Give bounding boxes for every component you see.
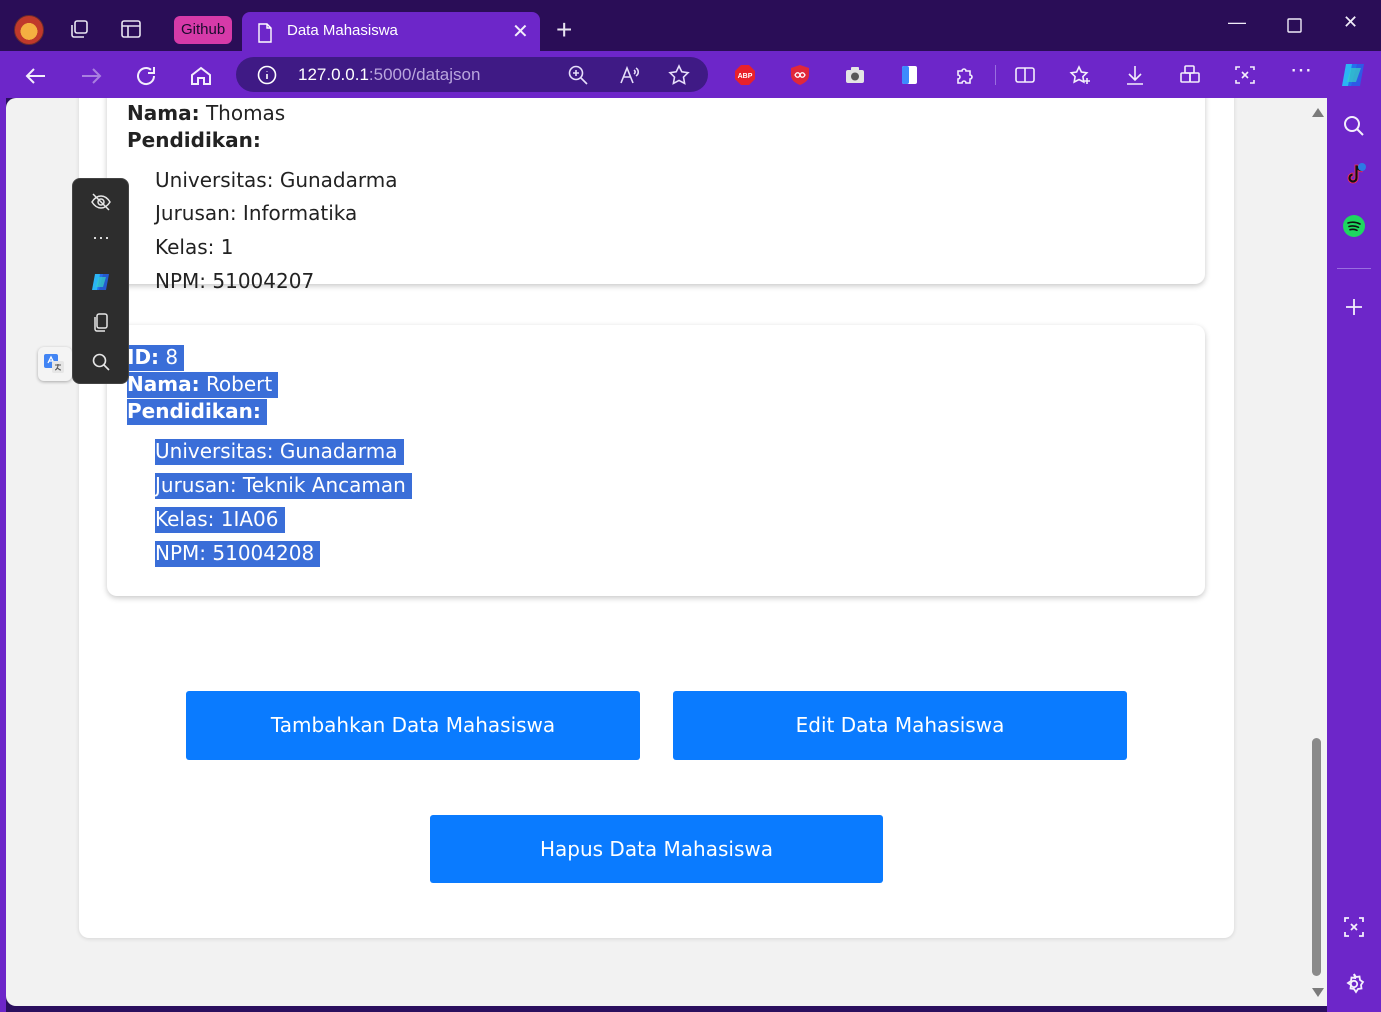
tab-title: Data Mahasiswa [287, 22, 398, 39]
nama-field: Nama: Robert [127, 372, 279, 398]
profile-avatar[interactable] [14, 15, 44, 45]
npm-value: NPM: 51004207 [155, 269, 315, 293]
adblock-plus-icon[interactable]: ABP [734, 64, 756, 86]
copilot-small-icon[interactable] [90, 271, 112, 293]
sidebar [1327, 98, 1381, 1012]
universitas-value: Universitas: Gunadarma [155, 439, 404, 465]
address-bar[interactable]: 127.0.0.1:5000/datajson [236, 57, 708, 92]
back-icon[interactable] [24, 64, 48, 88]
delete-student-button[interactable]: Hapus Data Mahasiswa [430, 815, 883, 883]
search-icon[interactable] [1342, 114, 1366, 138]
camera-icon[interactable] [844, 64, 866, 86]
refresh-icon[interactable] [134, 64, 158, 88]
workspaces-icon[interactable] [68, 18, 90, 40]
vertical-scrollbar[interactable] [1308, 98, 1325, 1006]
file-icon[interactable] [899, 64, 921, 86]
kelas-value: Kelas: 1IA06 [155, 507, 285, 533]
toolbar-divider [995, 65, 996, 85]
vertical-tabs-icon[interactable] [120, 18, 142, 40]
copy-icon[interactable] [90, 311, 112, 333]
home-icon[interactable] [189, 64, 213, 88]
main-container: Nama: Thomas Pendidikan: Universitas: Gu… [79, 98, 1234, 938]
screenshot-sidebar-icon[interactable] [1342, 915, 1366, 939]
svg-text:ABP: ABP [738, 73, 753, 80]
more-options-icon[interactable]: ⋯ [1290, 59, 1312, 81]
toolbar: 127.0.0.1:5000/datajson ABP ⋯ [0, 51, 1381, 98]
search-selection-icon[interactable] [90, 351, 112, 373]
settings-gear-icon[interactable] [1342, 972, 1366, 996]
universitas-value: Universitas: Gunadarma [155, 168, 398, 192]
jurusan-value: Jurusan: Teknik Ancaman [155, 473, 412, 499]
screenshot-icon[interactable] [1234, 64, 1256, 86]
zoom-icon[interactable] [567, 64, 589, 86]
forward-icon[interactable] [79, 64, 103, 88]
puzzle-icon[interactable] [954, 64, 976, 86]
close-window-icon[interactable]: ✕ [1343, 12, 1358, 33]
maximize-icon[interactable] [1287, 18, 1302, 33]
tab-data-mahasiswa[interactable]: Data Mahasiswa ✕ [242, 12, 540, 51]
collections-icon[interactable] [1179, 64, 1201, 86]
pendidikan-label: Pendidikan: [127, 128, 261, 152]
student-card: ID: 8 Nama: Robert Pendidikan: Universit… [107, 325, 1205, 596]
hide-eye-icon[interactable] [90, 191, 112, 213]
tab-close-icon[interactable]: ✕ [512, 22, 529, 42]
id-field: ID: 8 [127, 345, 185, 371]
spotify-icon[interactable] [1342, 214, 1366, 238]
translate-button[interactable] [38, 347, 72, 381]
add-student-button[interactable]: Tambahkan Data Mahasiswa [186, 691, 640, 760]
new-tab-button[interactable]: + [556, 16, 572, 44]
kelas-value: Kelas: 1 [155, 235, 234, 259]
title-bar: Github Data Mahasiswa ✕ + — ✕ [0, 0, 1381, 51]
tab-group-github[interactable]: Github [174, 16, 233, 44]
favorites-icon[interactable] [1069, 64, 1091, 86]
google-translate-icon [44, 354, 64, 373]
edit-student-button[interactable]: Edit Data Mahasiswa [673, 691, 1127, 760]
npm-value: NPM: 51004208 [155, 541, 321, 567]
tiktok-icon[interactable] [1342, 162, 1366, 186]
add-icon[interactable] [1342, 295, 1366, 319]
jurusan-value: Jurusan: Informatika [155, 201, 358, 225]
student-card: Nama: Thomas Pendidikan: Universitas: Gu… [107, 98, 1205, 293]
infinity-icon[interactable] [789, 64, 811, 86]
page-viewport: Nama: Thomas Pendidikan: Universitas: Gu… [6, 98, 1327, 1006]
favorite-star-icon[interactable] [668, 64, 690, 86]
pendidikan-label: Pendidikan: [127, 399, 267, 425]
more-icon[interactable]: ⋯ [90, 227, 112, 249]
site-info-icon[interactable] [257, 65, 277, 85]
scroll-up-arrow[interactable] [1312, 108, 1324, 117]
downloads-icon[interactable] [1124, 64, 1146, 86]
url-text[interactable]: 127.0.0.1:5000/datajson [298, 65, 480, 85]
nama-field: Nama: Thomas [127, 101, 286, 125]
copilot-icon[interactable] [1338, 59, 1370, 91]
minimize-icon[interactable]: — [1228, 12, 1246, 33]
read-aloud-icon[interactable] [618, 64, 640, 86]
split-screen-icon[interactable] [1014, 64, 1036, 86]
scroll-thumb[interactable] [1312, 738, 1321, 976]
scroll-down-arrow[interactable] [1312, 988, 1324, 997]
selection-toolbar: ⋯ [72, 178, 129, 384]
page-icon [258, 23, 272, 43]
sidebar-divider [1337, 268, 1371, 269]
